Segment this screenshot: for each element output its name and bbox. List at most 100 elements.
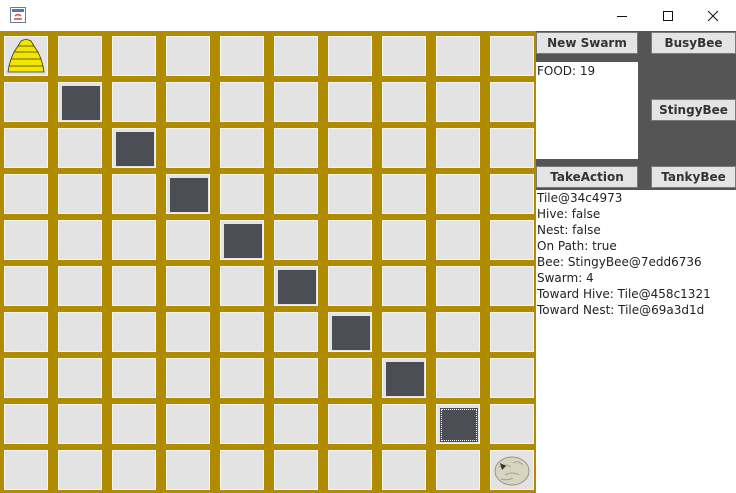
board-tile[interactable] — [382, 358, 426, 398]
board-tile[interactable] — [490, 404, 534, 444]
board-tile[interactable] — [436, 312, 480, 352]
board-tile[interactable] — [490, 36, 534, 76]
board-tile[interactable] — [220, 358, 264, 398]
board-tile[interactable] — [112, 358, 156, 398]
board-tile[interactable] — [274, 312, 318, 352]
board-tile[interactable] — [4, 358, 48, 398]
board-tile[interactable] — [220, 450, 264, 490]
board-tile[interactable] — [274, 266, 318, 306]
board-tile[interactable] — [382, 312, 426, 352]
board-tile[interactable] — [382, 450, 426, 490]
board-tile[interactable] — [436, 174, 480, 214]
board-tile[interactable] — [436, 358, 480, 398]
board-tile[interactable] — [58, 312, 102, 352]
board-tile[interactable] — [58, 36, 102, 76]
board-tile[interactable] — [382, 174, 426, 214]
board-tile[interactable] — [58, 358, 102, 398]
board-tile[interactable] — [58, 220, 102, 260]
board-tile[interactable] — [220, 82, 264, 122]
board-tile[interactable] — [490, 220, 534, 260]
board-tile[interactable] — [4, 128, 48, 168]
board-tile[interactable] — [4, 450, 48, 490]
maximize-button[interactable] — [645, 0, 691, 31]
board-tile[interactable] — [490, 312, 534, 352]
board-tile[interactable] — [382, 266, 426, 306]
board-tile[interactable] — [490, 358, 534, 398]
board-tile[interactable] — [4, 404, 48, 444]
board-tile[interactable] — [220, 174, 264, 214]
board-tile[interactable] — [112, 312, 156, 352]
board-tile[interactable] — [490, 174, 534, 214]
board-tile[interactable] — [166, 82, 210, 122]
board-tile[interactable] — [58, 266, 102, 306]
board-tile[interactable] — [436, 128, 480, 168]
board-tile[interactable] — [220, 128, 264, 168]
board-tile[interactable] — [274, 36, 318, 76]
board-tile[interactable] — [4, 82, 48, 122]
board-tile[interactable] — [166, 128, 210, 168]
board-tile[interactable] — [328, 404, 372, 444]
board-tile[interactable] — [112, 36, 156, 76]
board-tile[interactable] — [112, 82, 156, 122]
board-tile[interactable] — [220, 266, 264, 306]
board-tile[interactable] — [274, 128, 318, 168]
board-tile[interactable] — [436, 404, 480, 444]
board-tile[interactable] — [166, 36, 210, 76]
board-tile[interactable] — [436, 450, 480, 490]
board-tile[interactable] — [220, 404, 264, 444]
board-tile[interactable] — [436, 266, 480, 306]
board-tile[interactable] — [166, 450, 210, 490]
board-tile[interactable] — [4, 312, 48, 352]
board-tile[interactable] — [328, 220, 372, 260]
close-button[interactable] — [690, 0, 736, 31]
board-tile[interactable] — [166, 266, 210, 306]
busybee-button[interactable]: BusyBee — [651, 32, 736, 54]
board-tile[interactable] — [382, 404, 426, 444]
board-tile[interactable] — [328, 312, 372, 352]
board-tile[interactable] — [328, 358, 372, 398]
board-tile[interactable] — [58, 128, 102, 168]
board-tile[interactable] — [220, 36, 264, 76]
board-tile[interactable] — [58, 82, 102, 122]
board-tile[interactable] — [58, 404, 102, 444]
minimize-button[interactable] — [599, 0, 645, 31]
board-tile[interactable] — [328, 36, 372, 76]
board-tile[interactable] — [274, 450, 318, 490]
board-tile[interactable] — [112, 174, 156, 214]
board-tile[interactable] — [58, 174, 102, 214]
board-tile[interactable] — [382, 128, 426, 168]
board-tile[interactable] — [490, 128, 534, 168]
board-tile[interactable] — [4, 36, 48, 76]
board-tile[interactable] — [328, 128, 372, 168]
board-tile[interactable] — [382, 220, 426, 260]
board-tile[interactable] — [328, 266, 372, 306]
board-tile[interactable] — [328, 450, 372, 490]
board-tile[interactable] — [382, 82, 426, 122]
tankybee-button[interactable]: TankyBee — [651, 166, 736, 188]
board-tile[interactable] — [166, 358, 210, 398]
board-tile[interactable] — [328, 174, 372, 214]
board-tile[interactable] — [274, 220, 318, 260]
board-tile[interactable] — [490, 82, 534, 122]
board-tile[interactable] — [274, 174, 318, 214]
board-tile[interactable] — [112, 128, 156, 168]
stingybee-button[interactable]: StingyBee — [651, 99, 736, 121]
board-tile[interactable] — [436, 82, 480, 122]
board-tile[interactable] — [166, 220, 210, 260]
board-tile[interactable] — [490, 266, 534, 306]
board-tile[interactable] — [490, 450, 534, 490]
board-tile[interactable] — [112, 266, 156, 306]
board-tile[interactable] — [4, 220, 48, 260]
board-tile[interactable] — [112, 220, 156, 260]
board-tile[interactable] — [4, 174, 48, 214]
board-tile[interactable] — [166, 404, 210, 444]
board-tile[interactable] — [112, 404, 156, 444]
board-tile[interactable] — [274, 404, 318, 444]
board-tile[interactable] — [382, 36, 426, 76]
board-tile[interactable] — [112, 450, 156, 490]
board-tile[interactable] — [328, 82, 372, 122]
board-tile[interactable] — [4, 266, 48, 306]
board-tile[interactable] — [220, 220, 264, 260]
new-swarm-button[interactable]: New Swarm — [536, 32, 638, 54]
board-tile[interactable] — [274, 82, 318, 122]
